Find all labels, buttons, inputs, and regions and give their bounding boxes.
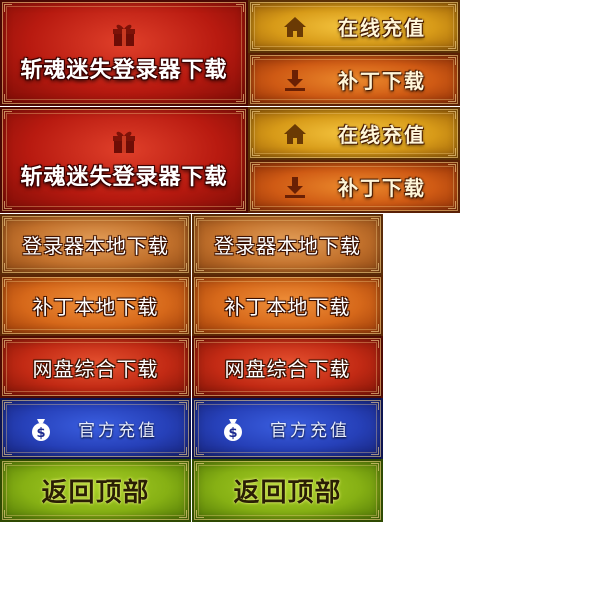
gift-icon (113, 24, 135, 46)
money-bag-icon: $ (224, 418, 242, 441)
home-icon (284, 16, 306, 37)
launcher-local-download-button[interactable]: 登录器本地下载 (192, 214, 383, 275)
login-download-label: 斩魂迷失登录器下载 (20, 165, 228, 190)
launcher-local-download-label: 登录器本地下载 (22, 234, 169, 258)
netdisk-download-button[interactable]: 网盘综合下载 (192, 336, 383, 398)
back-to-top-button[interactable]: 返回顶部 (0, 459, 191, 522)
download-icon (285, 176, 305, 198)
svg-text:$: $ (228, 426, 237, 441)
patch-local-download-button[interactable]: 补丁本地下载 (192, 275, 383, 336)
netdisk-download-label: 网盘综合下载 (224, 356, 351, 381)
patch-download-label: 补丁下载 (338, 69, 426, 93)
back-to-top-button[interactable]: 返回顶部 (192, 459, 383, 522)
login-download-button[interactable]: 斩魂迷失登录器下载 (0, 0, 248, 106)
online-recharge-button[interactable]: 在线充值 (248, 107, 460, 160)
netdisk-download-label: 网盘综合下载 (32, 356, 159, 381)
patch-local-download-button[interactable]: 补丁本地下载 (0, 275, 191, 336)
netdisk-download-button[interactable]: 网盘综合下载 (0, 336, 191, 398)
official-recharge-label: 官方充值 (270, 421, 350, 441)
patch-download-button[interactable]: 补丁下载 (248, 160, 460, 213)
online-recharge-button[interactable]: 在线充值 (248, 0, 460, 53)
online-recharge-label: 在线充值 (338, 16, 426, 40)
login-download-button[interactable]: 斩魂迷失登录器下载 (0, 107, 248, 213)
official-recharge-button[interactable]: $ 官方充值 (192, 398, 383, 459)
svg-text:$: $ (36, 426, 45, 441)
patch-download-button[interactable]: 补丁下载 (248, 53, 460, 106)
online-recharge-label: 在线充值 (338, 123, 426, 147)
launcher-local-download-label: 登录器本地下载 (214, 234, 361, 258)
patch-download-label: 补丁下载 (338, 176, 426, 200)
back-to-top-label: 返回顶部 (233, 478, 342, 508)
login-download-label: 斩魂迷失登录器下载 (20, 58, 228, 83)
money-bag-icon: $ (32, 418, 50, 441)
patch-local-download-label: 补丁本地下载 (224, 295, 351, 319)
official-recharge-label: 官方充值 (78, 421, 158, 441)
home-icon (284, 123, 306, 144)
gift-icon (113, 131, 135, 153)
download-icon (285, 69, 305, 91)
launcher-local-download-button[interactable]: 登录器本地下载 (0, 214, 191, 275)
official-recharge-button[interactable]: $ 官方充值 (0, 398, 191, 459)
patch-local-download-label: 补丁本地下载 (32, 295, 159, 319)
back-to-top-label: 返回顶部 (41, 478, 150, 508)
